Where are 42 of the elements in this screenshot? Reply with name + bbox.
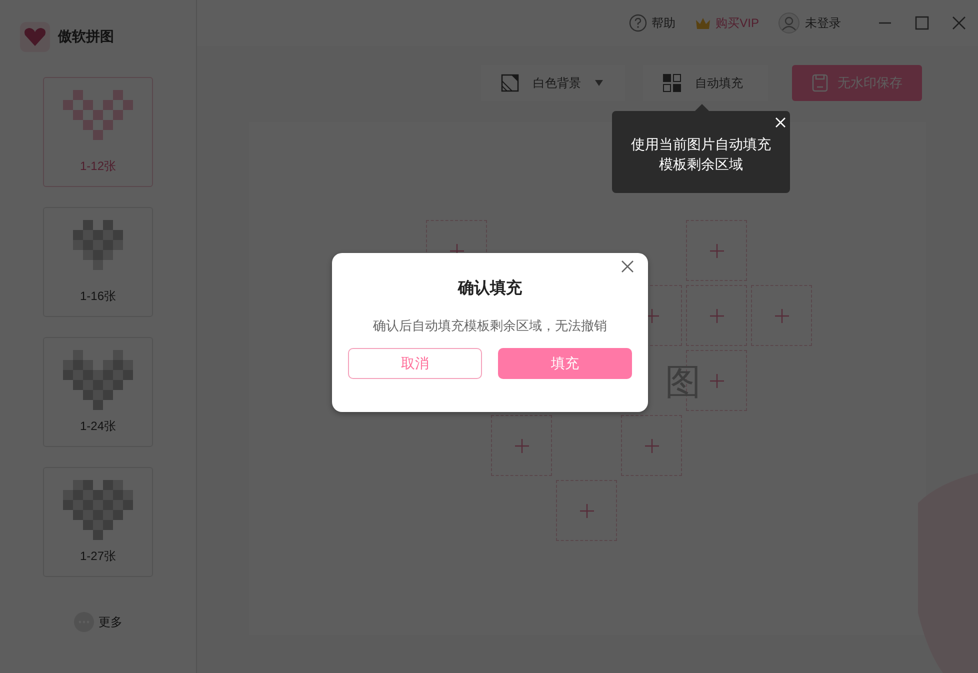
template-label: 1-12张	[80, 158, 116, 174]
template-card[interactable]: 1-12张	[43, 77, 153, 187]
template-card[interactable]: 1-16张	[43, 207, 153, 317]
maximize-icon[interactable]	[915, 16, 929, 30]
background-icon	[501, 74, 519, 92]
template-card[interactable]: 1-24张	[43, 337, 153, 447]
dialog-message: 确认后自动填充模板剩余区域，无法撤销	[373, 317, 607, 335]
vip-link[interactable]: 购买VIP	[716, 14, 759, 32]
photo-slot[interactable]	[491, 415, 552, 476]
plus-icon	[774, 308, 788, 322]
more-link[interactable]: 更多	[98, 614, 122, 630]
template-label: 1-27张	[80, 548, 116, 564]
photo-slot[interactable]	[556, 480, 617, 541]
plus-icon	[644, 438, 658, 452]
caret-icon	[595, 80, 603, 86]
save-icon	[812, 74, 828, 92]
plus-icon	[580, 504, 594, 518]
template-card[interactable]: 1-27张	[43, 467, 153, 577]
help-icon[interactable]	[628, 14, 647, 32]
tooltip-text: 使用当前图片自动填充模板剩余区域	[630, 135, 772, 174]
fill-button[interactable]: 填充	[498, 348, 632, 379]
plus-icon	[710, 244, 724, 258]
help-link[interactable]: 帮助	[652, 14, 676, 32]
cancel-button[interactable]: 取消	[348, 348, 482, 379]
crown-icon	[694, 16, 711, 30]
login-link[interactable]: 未登录	[805, 14, 841, 32]
photo-slot[interactable]	[686, 220, 747, 281]
avatar-icon[interactable]	[778, 12, 800, 34]
template-label: 1-24张	[80, 418, 116, 434]
plus-icon	[514, 438, 528, 452]
photo-slot[interactable]	[686, 285, 747, 346]
plus-icon	[710, 308, 724, 322]
photo-slot[interactable]	[751, 285, 812, 346]
logo-icon	[20, 22, 50, 52]
app-name: 傲软拼图	[58, 28, 114, 46]
photo-slot[interactable]	[621, 415, 682, 476]
grid-icon	[663, 74, 681, 92]
template-label: 1-16张	[80, 288, 116, 304]
heart-grid-icon	[63, 350, 133, 410]
heart-grid-icon	[63, 480, 133, 540]
plus-icon	[710, 374, 724, 388]
dialog-title: 确认填充	[458, 278, 522, 299]
